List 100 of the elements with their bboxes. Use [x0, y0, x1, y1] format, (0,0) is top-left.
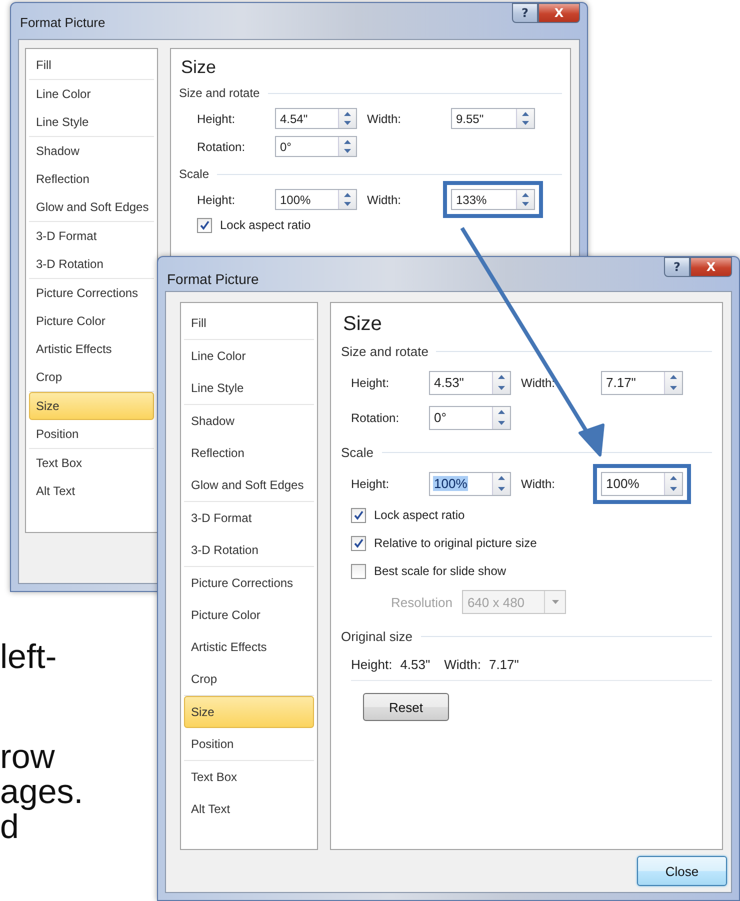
down-arrow-icon[interactable] [344, 202, 351, 206]
category-item[interactable]: Picture Corrections [29, 279, 154, 307]
category-item[interactable]: Glow and Soft Edges [29, 193, 154, 221]
up-arrow-icon[interactable] [498, 375, 505, 379]
spin-field[interactable]: 133% [451, 189, 535, 210]
reset-button[interactable]: Reset [363, 693, 449, 721]
category-item[interactable]: Shadow [29, 137, 154, 165]
category-item[interactable]: Picture Corrections [184, 567, 314, 599]
spin-button[interactable] [338, 137, 356, 156]
category-item[interactable]: Crop [29, 363, 154, 391]
category-item[interactable]: Line Color [184, 340, 314, 372]
spin-field[interactable]: 9.55" [451, 108, 535, 129]
down-arrow-icon[interactable] [522, 202, 529, 206]
up-arrow-icon[interactable] [498, 476, 505, 480]
checkbox[interactable] [197, 218, 212, 232]
category-item[interactable]: Picture Color [29, 307, 154, 335]
up-arrow-icon[interactable] [344, 192, 351, 197]
caret-icon [552, 600, 559, 604]
up-arrow-icon[interactable] [670, 476, 677, 480]
category-item[interactable]: Size [29, 392, 154, 420]
field-value: 7.17" [605, 375, 637, 390]
category-item[interactable]: Position [184, 728, 314, 760]
spin-button[interactable] [338, 190, 356, 209]
spin-button[interactable] [664, 472, 682, 494]
close-dialog-button[interactable]: Close [637, 856, 727, 886]
spin-field[interactable]: 4.54" [275, 108, 357, 129]
spin-button[interactable] [338, 109, 356, 128]
category-item[interactable]: Line Style [29, 108, 154, 136]
category-item[interactable]: Text Box [29, 449, 154, 477]
field-label: Rotation: [197, 140, 246, 154]
spin-button[interactable] [492, 472, 510, 494]
window-title: Format Picture [167, 271, 259, 287]
category-item[interactable]: 3-D Rotation [184, 534, 314, 566]
category-item[interactable]: Alt Text [184, 793, 314, 825]
checkbox[interactable] [351, 536, 366, 550]
down-arrow-icon[interactable] [670, 386, 677, 390]
down-arrow-icon[interactable] [522, 121, 529, 126]
spin-field[interactable]: 7.17" [601, 370, 683, 394]
window-close-button[interactable]: X [538, 3, 580, 23]
category-item[interactable]: Line Style [184, 372, 314, 404]
category-item[interactable]: Alt Text [29, 477, 154, 505]
category-item[interactable]: Reflection [184, 437, 314, 469]
spin-button[interactable] [492, 406, 510, 428]
field-value: 100% [279, 192, 312, 206]
category-item[interactable]: Size [184, 696, 314, 728]
down-arrow-icon[interactable] [498, 386, 505, 390]
category-item[interactable]: Position [29, 420, 154, 448]
window-close-button[interactable]: X [690, 257, 732, 277]
spin-field[interactable]: 0° [429, 406, 511, 430]
spin-field[interactable]: 100% [275, 189, 357, 210]
down-arrow-icon[interactable] [498, 421, 505, 425]
spin-field[interactable]: 0° [275, 136, 357, 157]
spin-field[interactable]: 100% [429, 472, 511, 496]
panel-heading: Size [181, 57, 218, 78]
field-label: Width: [367, 112, 402, 126]
checkbox-label: Lock aspect ratio [374, 508, 465, 522]
down-arrow-icon[interactable] [344, 149, 351, 154]
down-arrow-icon[interactable] [670, 487, 677, 491]
down-arrow-icon[interactable] [344, 121, 351, 126]
category-item[interactable]: Fill [29, 51, 154, 79]
spin-button[interactable] [492, 372, 510, 394]
field-label: Height: [197, 112, 236, 126]
spin-button[interactable] [516, 109, 534, 128]
up-arrow-icon[interactable] [522, 192, 529, 197]
section-title: Size and rotate [341, 344, 428, 359]
field-value: 4.54" [279, 112, 309, 126]
spin-button[interactable] [516, 190, 534, 209]
checkbox[interactable] [351, 564, 366, 578]
up-arrow-icon[interactable] [522, 112, 529, 116]
category-item[interactable]: Glow and Soft Edges [184, 469, 314, 501]
up-arrow-icon[interactable] [670, 375, 677, 379]
category-item[interactable]: Reflection [29, 165, 154, 193]
size-value: 7.17" [488, 656, 519, 672]
category-item[interactable]: 3-D Format [184, 502, 314, 534]
up-arrow-icon[interactable] [344, 112, 351, 116]
category-item[interactable]: 3-D Format [29, 222, 154, 250]
down-arrow-icon[interactable] [498, 487, 505, 491]
checkbox-label: Best scale for slide show [374, 564, 506, 578]
section-title: Size and rotate [179, 86, 260, 100]
category-item[interactable]: Fill [184, 307, 314, 339]
spin-field[interactable]: 4.53" [429, 370, 511, 394]
spin-field[interactable]: 100% [601, 472, 683, 496]
up-arrow-icon[interactable] [344, 140, 351, 144]
size-value: 4.53" [400, 656, 430, 672]
category-item[interactable]: Line Color [29, 80, 154, 108]
category-item[interactable]: Shadow [184, 405, 314, 437]
help-button[interactable]: ? [664, 257, 690, 277]
slide-text: left- [0, 640, 57, 675]
checkmark-icon [353, 538, 364, 548]
spin-button[interactable] [664, 372, 682, 394]
up-arrow-icon[interactable] [498, 410, 505, 414]
category-item[interactable]: 3-D Rotation [29, 250, 154, 278]
category-item[interactable]: Picture Color [184, 599, 314, 631]
checkbox[interactable] [351, 508, 366, 522]
category-item[interactable]: Artistic Effects [29, 335, 154, 363]
size-label: Width: [444, 656, 481, 672]
category-item[interactable]: Artistic Effects [184, 631, 314, 663]
category-item[interactable]: Crop [184, 663, 314, 695]
help-button[interactable]: ? [512, 3, 538, 23]
category-item[interactable]: Text Box [184, 761, 314, 793]
